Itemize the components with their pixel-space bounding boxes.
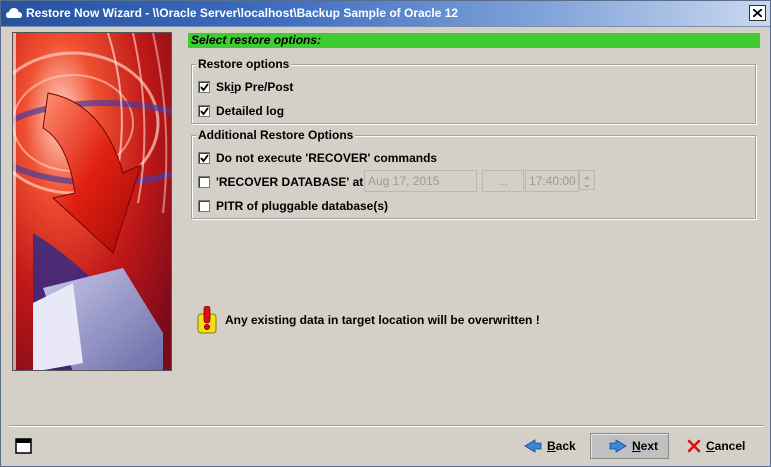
close-icon xyxy=(753,9,762,17)
warning-icon xyxy=(197,306,217,334)
footer-separator xyxy=(9,425,764,427)
spinner-down[interactable] xyxy=(580,180,594,189)
skip-pre-post-option[interactable]: Skip Pre/Post xyxy=(198,80,293,94)
group-title-restore-options: Restore options xyxy=(196,57,292,71)
window-toggle-icon[interactable] xyxy=(15,438,32,454)
recover-date-field[interactable]: Aug 17, 2015 xyxy=(364,170,477,192)
recover-time-field[interactable]: 17:40:00 xyxy=(525,170,579,192)
cloud-icon xyxy=(6,8,22,18)
cancel-x-icon xyxy=(687,439,701,453)
cancel-label: Cancel xyxy=(706,439,746,453)
do-not-recover-checkbox[interactable] xyxy=(198,152,210,164)
restore-wizard-window: Restore Now Wizard - \\Oracle Server\loc… xyxy=(0,0,771,467)
checkmark-icon xyxy=(200,154,209,163)
overwrite-warning: Any existing data in target location wil… xyxy=(197,306,540,334)
checkmark-icon xyxy=(200,107,209,116)
section-header: Select restore options: xyxy=(188,33,760,48)
chevron-down-icon xyxy=(584,185,590,188)
spinner-up[interactable] xyxy=(580,171,594,180)
next-arrow-icon xyxy=(609,439,627,453)
warning-text: Any existing data in target location wil… xyxy=(225,313,540,327)
skip-pre-post-label: Skip Pre/Post xyxy=(216,80,294,94)
recover-database-option[interactable]: 'RECOVER DATABASE' at: xyxy=(198,175,367,189)
pitr-label: PITR of pluggable database(s) xyxy=(216,199,389,213)
recover-database-checkbox[interactable] xyxy=(198,176,210,188)
next-label: Next xyxy=(632,439,659,453)
close-button[interactable] xyxy=(749,5,766,21)
group-title-additional-options: Additional Restore Options xyxy=(196,128,356,142)
wizard-banner-image xyxy=(12,32,172,371)
title-bar[interactable]: Restore Now Wizard - \\Oracle Server\loc… xyxy=(1,1,770,27)
do-not-recover-label: Do not execute 'RECOVER' commands xyxy=(216,151,438,165)
detailed-log-label: Detailed log xyxy=(216,104,285,118)
date-browse-button[interactable]: ... xyxy=(482,170,524,192)
cancel-button[interactable]: Cancel xyxy=(687,433,745,459)
detailed-log-checkbox[interactable] xyxy=(198,105,210,117)
do-not-recover-option[interactable]: Do not execute 'RECOVER' commands xyxy=(198,151,437,165)
pitr-checkbox[interactable] xyxy=(198,200,210,212)
next-button[interactable]: Next xyxy=(590,433,669,459)
back-label: Back xyxy=(547,439,576,453)
time-spinner[interactable] xyxy=(579,170,595,190)
pitr-option[interactable]: PITR of pluggable database(s) xyxy=(198,199,388,213)
detailed-log-option[interactable]: Detailed log xyxy=(198,104,284,118)
recover-database-label: 'RECOVER DATABASE' at: xyxy=(216,175,368,189)
window-title: Restore Now Wizard - \\Oracle Server\loc… xyxy=(26,6,459,20)
back-arrow-icon xyxy=(524,439,542,453)
skip-pre-post-checkbox[interactable] xyxy=(198,81,210,93)
back-button[interactable]: Back xyxy=(524,433,576,459)
checkmark-icon xyxy=(200,83,209,92)
